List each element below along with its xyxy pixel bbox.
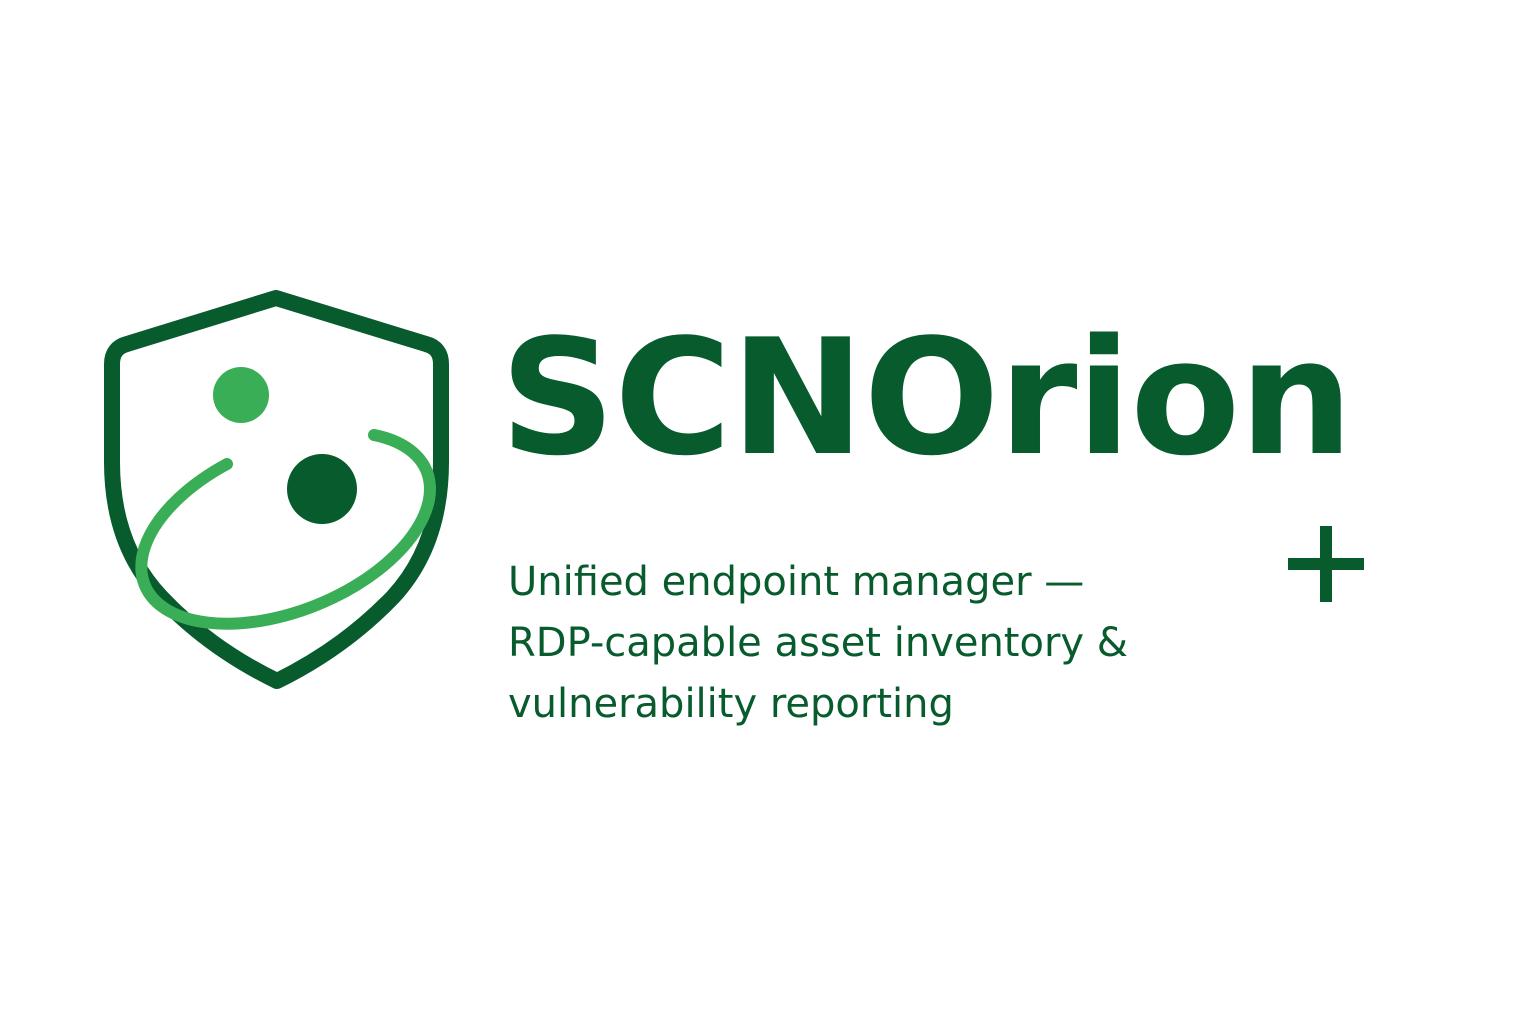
tagline-line-1: Unified endpoint manager — [508, 559, 1085, 605]
tagline-line-3: vulnerability reporting [508, 681, 954, 727]
shield-orbit-icon [104, 290, 449, 689]
brand-name: SCNOrion [500, 304, 1353, 491]
tagline-line-2: RDP-capable asset inventory & [508, 620, 1128, 666]
tagline: Unified endpoint manager — RDP-capable a… [508, 552, 1268, 735]
orbit-node-light [213, 367, 269, 423]
plus-icon [1288, 526, 1364, 602]
logo-canvas: SCNOrion Unified endpoint manager — RDP-… [0, 0, 1536, 1024]
orbit-node-dark [287, 454, 357, 524]
